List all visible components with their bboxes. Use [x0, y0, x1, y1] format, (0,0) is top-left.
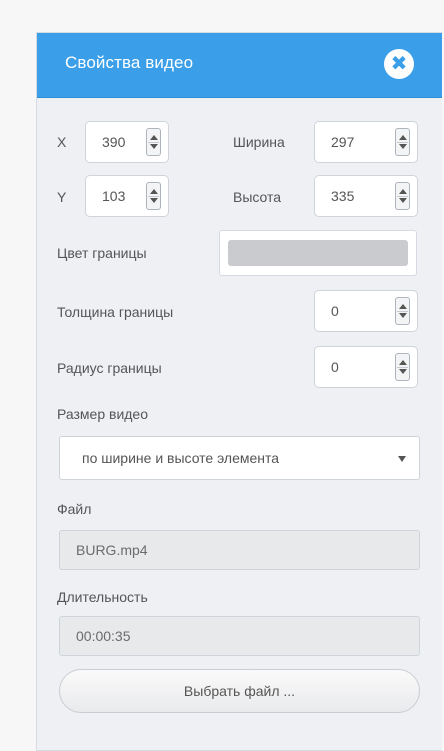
border-thickness-stepper[interactable]	[395, 297, 410, 325]
file-value: BURG.mp4	[76, 542, 148, 558]
border-radius-value: 0	[331, 359, 339, 375]
y-input[interactable]: 103	[85, 175, 169, 217]
border-color-picker[interactable]	[219, 230, 417, 276]
height-label: Высота	[233, 189, 282, 205]
height-input[interactable]: 335	[314, 175, 418, 217]
file-field: BURG.mp4	[59, 530, 420, 570]
width-value: 297	[331, 134, 355, 150]
chevron-down-icon[interactable]	[399, 198, 407, 203]
video-size-selected: по ширине и высоте элемента	[82, 450, 280, 466]
chevron-down-icon[interactable]	[399, 369, 407, 374]
video-properties-panel: Свойства видео ✖ X 390 Ширина 297 Y 103 …	[36, 32, 442, 751]
duration-label: Длительность	[57, 589, 148, 605]
chevron-down-icon[interactable]	[399, 313, 407, 318]
width-stepper[interactable]	[395, 128, 410, 156]
close-icon: ✖	[390, 53, 408, 75]
chevron-up-icon[interactable]	[150, 189, 158, 194]
x-stepper[interactable]	[146, 128, 161, 156]
x-input[interactable]: 390	[85, 121, 169, 163]
video-size-select[interactable]: по ширине и высоте элемента	[59, 436, 420, 480]
close-button[interactable]: ✖	[384, 49, 414, 79]
chevron-up-icon[interactable]	[399, 189, 407, 194]
x-value: 390	[102, 134, 126, 150]
file-label: Файл	[57, 501, 92, 517]
border-color-label: Цвет границы	[57, 245, 147, 261]
y-stepper[interactable]	[146, 182, 161, 210]
chevron-down-icon[interactable]	[150, 144, 158, 149]
y-label: Y	[57, 189, 67, 205]
border-thickness-input[interactable]: 0	[314, 290, 418, 332]
border-color-swatch	[228, 240, 408, 266]
video-size-label: Размер видео	[57, 406, 149, 422]
panel-title: Свойства видео	[65, 53, 194, 72]
chevron-down-icon	[398, 456, 406, 462]
chevron-down-icon[interactable]	[150, 198, 158, 203]
x-label: X	[57, 134, 67, 150]
duration-value: 00:00:35	[76, 628, 131, 644]
panel-header: Свойства видео ✖	[37, 33, 442, 98]
width-input[interactable]: 297	[314, 121, 418, 163]
border-thickness-label: Толщина границы	[57, 304, 174, 320]
chevron-down-icon[interactable]	[399, 144, 407, 149]
border-thickness-value: 0	[331, 303, 339, 319]
choose-file-button[interactable]: Выбрать файл ...	[59, 669, 420, 713]
width-label: Ширина	[233, 134, 285, 150]
chevron-up-icon[interactable]	[399, 135, 407, 140]
chevron-up-icon[interactable]	[150, 135, 158, 140]
chevron-up-icon[interactable]	[399, 304, 407, 309]
border-radius-stepper[interactable]	[395, 353, 410, 381]
duration-field: 00:00:35	[59, 616, 420, 656]
height-value: 335	[331, 188, 355, 204]
chevron-up-icon[interactable]	[399, 360, 407, 365]
y-value: 103	[102, 188, 126, 204]
height-stepper[interactable]	[395, 182, 410, 210]
border-radius-input[interactable]: 0	[314, 346, 418, 388]
border-radius-label: Радиус границы	[57, 360, 162, 376]
